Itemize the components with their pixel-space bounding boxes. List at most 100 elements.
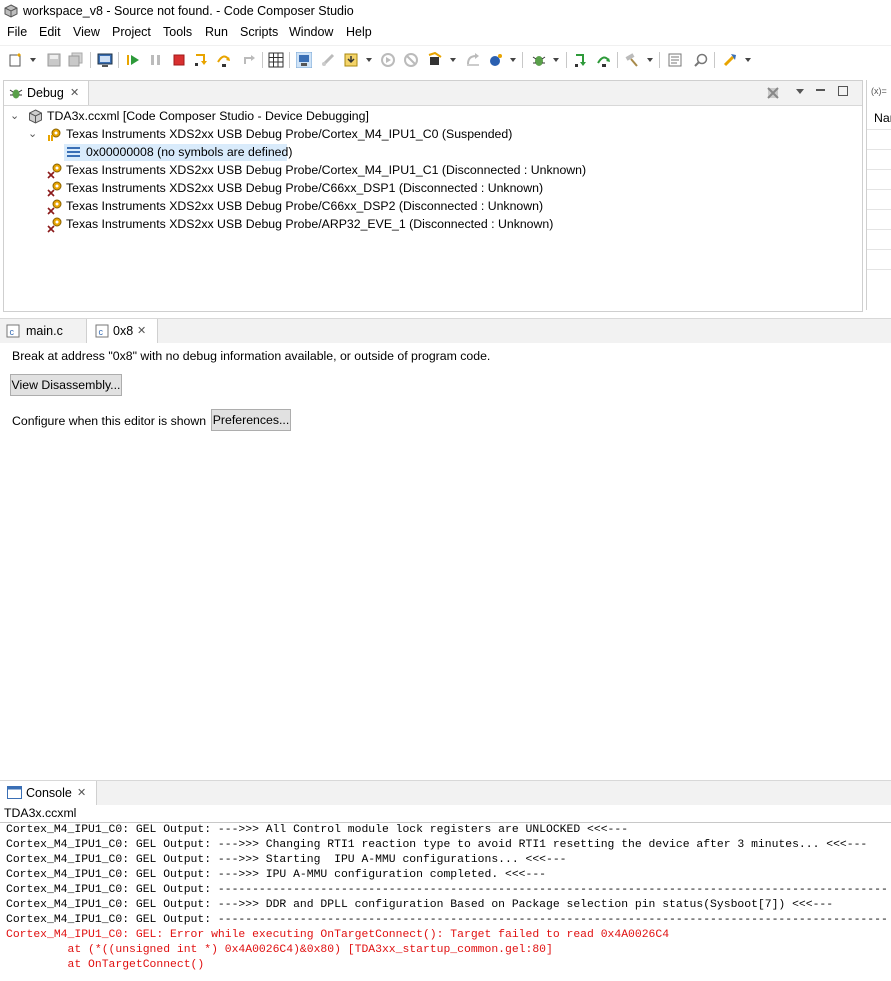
console-title: TDA3x.ccxml xyxy=(4,806,77,820)
connect-target-icon[interactable] xyxy=(296,52,312,68)
toolbar-separator xyxy=(566,52,567,68)
menu-view[interactable]: View xyxy=(73,25,100,39)
menu-bar: File Edit View Project Tools Run Scripts… xyxy=(0,22,891,43)
view-disassembly-button[interactable]: View Disassembly... xyxy=(10,374,122,396)
preferences-button[interactable]: Preferences... xyxy=(211,409,291,431)
debug-view: Debug ✕ ⌄ TDA3x.ccxml [Code Composer Stu… xyxy=(3,80,863,312)
source-not-found-message: Break at address "0x8" with no debug inf… xyxy=(12,349,491,363)
variables-tab[interactable]: (x)= xyxy=(871,86,887,96)
reset-dropdown-icon[interactable] xyxy=(450,58,456,62)
restart-icon[interactable] xyxy=(380,52,396,68)
menu-project[interactable]: Project xyxy=(112,25,151,39)
console-icon xyxy=(7,786,22,799)
tree-label: Texas Instruments XDS2xx USB Debug Probe… xyxy=(66,199,544,213)
console-line: Cortex_M4_IPU1_C0: GEL Output: --->>> IP… xyxy=(6,869,547,881)
step-over-icon[interactable] xyxy=(216,52,232,68)
chevron-down-icon[interactable]: ⌄ xyxy=(28,127,37,140)
menu-window[interactable]: Window xyxy=(289,25,333,39)
console-line: Cortex_M4_IPU1_C0: GEL Output: --->>> Ch… xyxy=(6,839,868,851)
toolbar-separator xyxy=(714,52,715,68)
tab-debug[interactable]: Debug ✕ xyxy=(4,81,89,105)
tree-row[interactable]: ⌄ TDA3x.ccxml [Code Composer Studio - De… xyxy=(8,108,848,125)
debug-view-icon[interactable] xyxy=(97,52,113,68)
step-return-icon[interactable] xyxy=(241,52,257,68)
step-into-icon[interactable] xyxy=(193,52,209,68)
search-icon[interactable] xyxy=(693,52,709,68)
tab-main-c[interactable]: c main.c xyxy=(0,319,84,343)
tree-row[interactable]: Texas Instruments XDS2xx USB Debug Probe… xyxy=(8,216,848,233)
save-all-icon[interactable] xyxy=(68,52,84,68)
disconnect-icon[interactable] xyxy=(320,52,336,68)
menu-file[interactable]: File xyxy=(7,25,27,39)
debug-tabstrip: Debug ✕ xyxy=(4,81,862,106)
tree-label: Texas Instruments XDS2xx USB Debug Probe… xyxy=(66,217,554,231)
tree-row[interactable]: Texas Instruments XDS2xx USB Debug Probe… xyxy=(8,180,848,197)
toolbar-separator xyxy=(522,52,523,68)
tree-row[interactable]: Texas Instruments XDS2xx USB Debug Probe… xyxy=(8,162,848,179)
configure-label: Configure when this editor is shown xyxy=(12,414,207,428)
build-dropdown-icon[interactable] xyxy=(647,58,653,62)
load-program-icon[interactable] xyxy=(343,52,359,68)
menu-edit[interactable]: Edit xyxy=(39,25,61,39)
menu-scripts[interactable]: Scripts xyxy=(240,25,278,39)
tab-0x8[interactable]: c 0x8 ✕ xyxy=(86,319,158,343)
c-file-icon: c xyxy=(6,324,20,338)
tree-label: Texas Instruments XDS2xx USB Debug Probe… xyxy=(66,127,513,141)
open-file-icon[interactable] xyxy=(667,52,683,68)
external-tools-icon[interactable] xyxy=(722,52,738,68)
assembly-dropdown-icon[interactable] xyxy=(510,58,516,62)
run-to-line-icon[interactable] xyxy=(465,52,481,68)
suspend-icon[interactable] xyxy=(148,52,164,68)
menu-run[interactable]: Run xyxy=(205,25,228,39)
variables-column-header[interactable]: Nar xyxy=(874,111,891,125)
step-into-c-icon[interactable] xyxy=(573,52,589,68)
load-dropdown-icon[interactable] xyxy=(366,58,372,62)
reset-icon[interactable] xyxy=(403,52,419,68)
view-menu-icon[interactable] xyxy=(796,89,804,94)
minimize-icon[interactable] xyxy=(816,89,825,91)
build-hammer-icon[interactable] xyxy=(624,52,640,68)
external-tools-dropdown-icon[interactable] xyxy=(745,58,751,62)
title-bar: workspace_v8 - Source not found. - Code … xyxy=(0,0,891,22)
tree-row[interactable]: Texas Instruments XDS2xx USB Debug Probe… xyxy=(8,198,848,215)
tab-console[interactable]: Console ✕ xyxy=(0,781,97,805)
terminate-icon[interactable] xyxy=(171,52,187,68)
toolbar-separator xyxy=(90,52,91,68)
console-line: Cortex_M4_IPU1_C0: GEL Output: --->>> DD… xyxy=(6,899,834,911)
maximize-icon[interactable] xyxy=(838,86,848,96)
remove-terminated-icon[interactable] xyxy=(765,85,781,101)
svg-text:c: c xyxy=(99,327,104,337)
chevron-down-icon[interactable]: ⌄ xyxy=(10,109,19,122)
toolbar-separator xyxy=(118,52,119,68)
toolbar-separator xyxy=(659,52,660,68)
memory-browser-icon[interactable] xyxy=(268,52,284,68)
close-icon[interactable]: ✕ xyxy=(70,86,79,99)
stack-frame-icon xyxy=(67,147,80,157)
resume-icon[interactable] xyxy=(125,52,141,68)
debug-dropdown-icon[interactable] xyxy=(553,58,559,62)
console-output[interactable]: Cortex_M4_IPU1_C0: GEL Output: --->>> Al… xyxy=(0,822,891,981)
step-over-c-icon[interactable] xyxy=(596,52,612,68)
toolbar-separator xyxy=(262,52,263,68)
menu-tools[interactable]: Tools xyxy=(163,25,192,39)
stack-frame-row[interactable]: 0x00000008 (no symbols are defined) xyxy=(64,144,292,161)
main-toolbar xyxy=(0,45,891,76)
assembly-step-icon[interactable] xyxy=(488,52,504,68)
console-line: Cortex_M4_IPU1_C0: GEL Output: --->>> St… xyxy=(6,854,567,866)
menu-help[interactable]: Help xyxy=(346,25,372,39)
variables-view: (x)= Nar xyxy=(866,80,891,310)
tree-label: TDA3x.ccxml [Code Composer Studio - Devi… xyxy=(47,109,369,123)
tree-label: Texas Instruments XDS2xx USB Debug Probe… xyxy=(66,163,587,177)
close-icon[interactable]: ✕ xyxy=(77,786,86,799)
tab-console-label: Console xyxy=(26,786,72,800)
svg-text:c: c xyxy=(10,327,15,337)
close-icon[interactable]: ✕ xyxy=(137,324,146,337)
debug-bug-icon[interactable] xyxy=(531,52,547,68)
new-dropdown-icon[interactable] xyxy=(30,58,36,62)
core-disconnected-icon xyxy=(47,217,62,233)
console-line: Cortex_M4_IPU1_C0: GEL Output: --->>> Al… xyxy=(6,824,629,836)
reset-cpu-icon[interactable] xyxy=(427,52,443,68)
tree-row[interactable]: ⌄ Texas Instruments XDS2xx USB Debug Pro… xyxy=(8,126,848,143)
new-icon[interactable] xyxy=(8,52,24,68)
save-icon[interactable] xyxy=(46,52,62,68)
